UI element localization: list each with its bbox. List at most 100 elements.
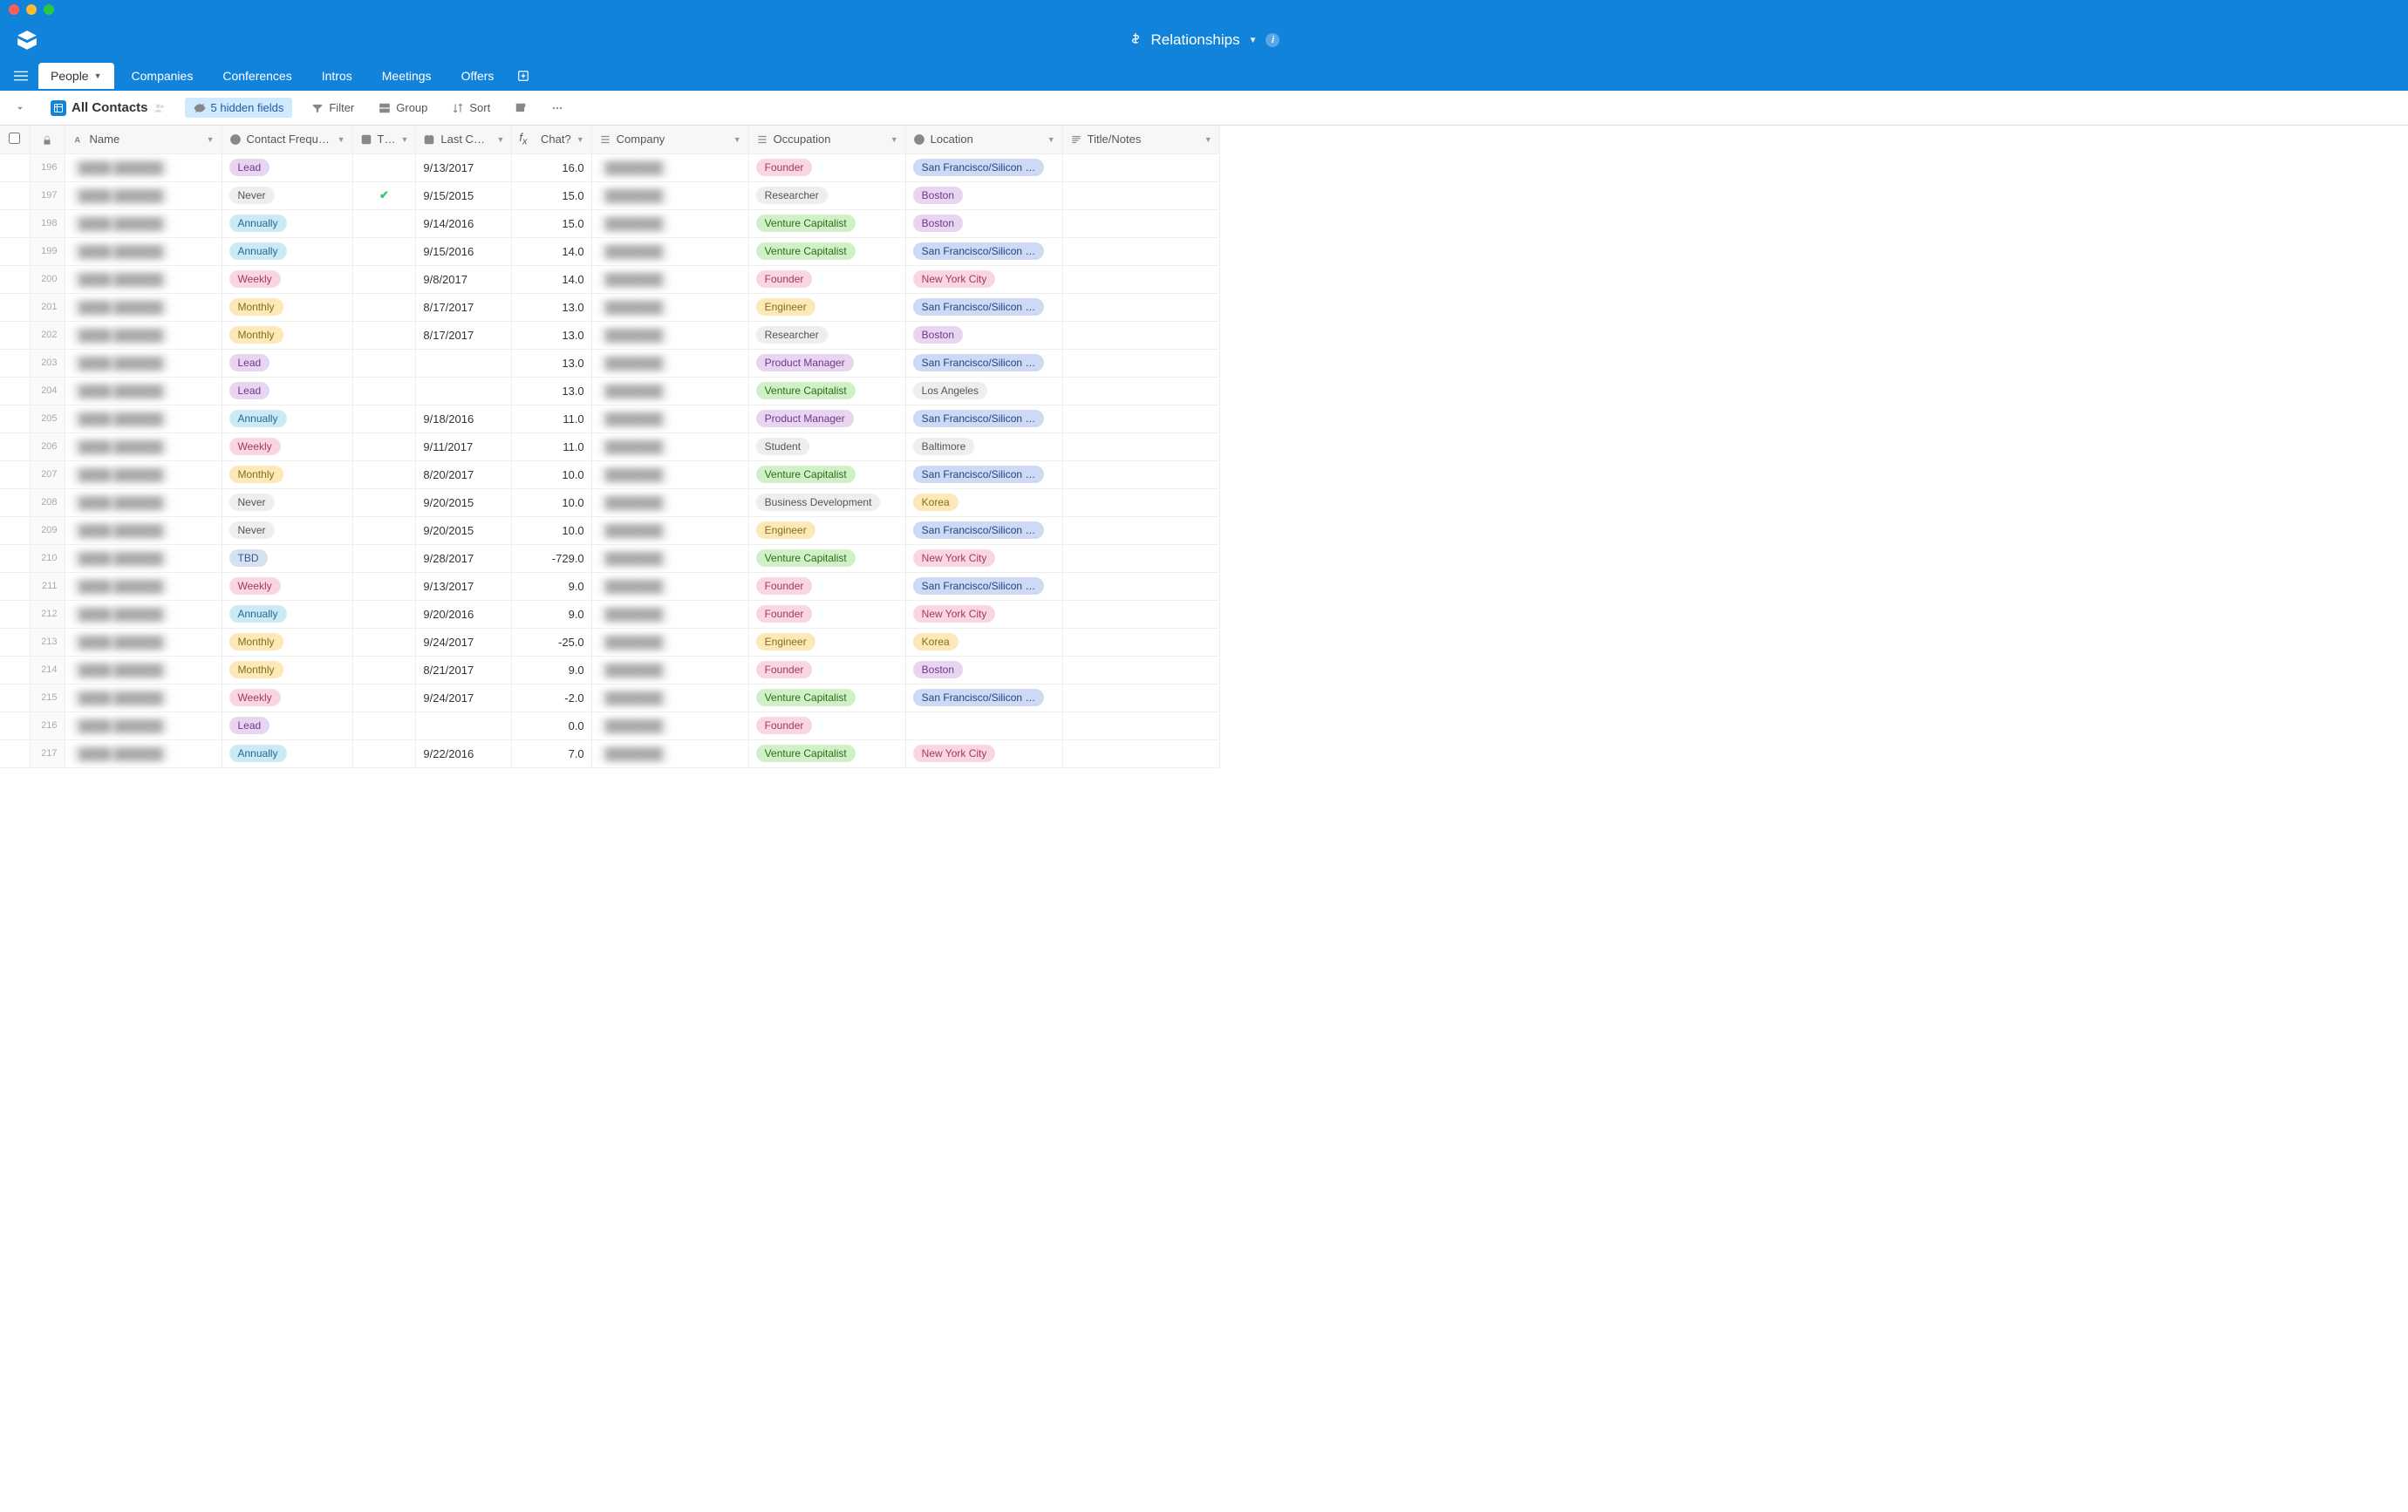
row-select-cell[interactable] — [0, 377, 30, 405]
cell-last-contact[interactable]: 9/8/2017 — [416, 265, 512, 293]
cell-location[interactable]: San Francisco/Silicon … — [905, 153, 1062, 181]
cell-chat[interactable]: 9.0 — [512, 656, 591, 684]
cell-company[interactable]: ███████ — [591, 460, 748, 488]
row-select-cell[interactable] — [0, 237, 30, 265]
record-row[interactable]: 216████ ██████Lead0.0███████Founder — [0, 712, 1219, 739]
cell-title-notes[interactable] — [1062, 684, 1219, 712]
cell-title-notes[interactable] — [1062, 153, 1219, 181]
row-select-cell[interactable] — [0, 739, 30, 767]
cell-location[interactable]: Korea — [905, 488, 1062, 516]
cell-occupation[interactable]: Founder — [748, 656, 905, 684]
row-select-cell[interactable] — [0, 488, 30, 516]
cell-chat[interactable]: 9.0 — [512, 600, 591, 628]
cell-company[interactable]: ███████ — [591, 265, 748, 293]
cell-contact-frequency[interactable]: Never — [222, 516, 352, 544]
cell-title-notes[interactable] — [1062, 237, 1219, 265]
cell-title-notes[interactable] — [1062, 600, 1219, 628]
cell-last-contact[interactable]: 9/15/2015 — [416, 181, 512, 209]
row-select-cell[interactable] — [0, 600, 30, 628]
cell-contact-frequency[interactable]: TBD — [222, 544, 352, 572]
cell-occupation[interactable]: Business Development — [748, 488, 905, 516]
record-row[interactable]: 199████ ██████Annually9/15/201614.0█████… — [0, 237, 1219, 265]
row-select-cell[interactable] — [0, 349, 30, 377]
column-header-last-contact[interactable]: Last C…▼ — [416, 126, 512, 153]
cell-name[interactable]: ████ ██████ — [65, 488, 222, 516]
cell-name[interactable]: ████ ██████ — [65, 293, 222, 321]
cell-title-notes[interactable] — [1062, 488, 1219, 516]
cell-checkbox[interactable] — [352, 516, 416, 544]
cell-title-notes[interactable] — [1062, 181, 1219, 209]
cell-name[interactable]: ████ ██████ — [65, 516, 222, 544]
row-select-cell[interactable] — [0, 265, 30, 293]
cell-occupation[interactable]: Researcher — [748, 181, 905, 209]
table-tab[interactable]: Conferences — [210, 63, 304, 89]
cell-last-contact[interactable]: 8/20/2017 — [416, 460, 512, 488]
cell-company[interactable]: ███████ — [591, 209, 748, 237]
record-row[interactable]: 203████ ██████Lead13.0███████Product Man… — [0, 349, 1219, 377]
cell-last-contact[interactable]: 8/17/2017 — [416, 321, 512, 349]
add-table-button[interactable] — [511, 64, 535, 88]
column-header-company[interactable]: Company▼ — [591, 126, 748, 153]
cell-name[interactable]: ████ ██████ — [65, 265, 222, 293]
view-switcher[interactable]: All Contacts — [45, 97, 171, 119]
cell-contact-frequency[interactable]: Weekly — [222, 684, 352, 712]
column-header-name[interactable]: AName▼ — [65, 126, 222, 153]
table-tab[interactable]: People▼ — [38, 63, 114, 89]
table-tab[interactable]: Intros — [310, 63, 365, 89]
record-row[interactable]: 217████ ██████Annually9/22/20167.0██████… — [0, 739, 1219, 767]
cell-contact-frequency[interactable]: Never — [222, 181, 352, 209]
record-row[interactable]: 198████ ██████Annually9/14/201615.0█████… — [0, 209, 1219, 237]
cell-title-notes[interactable] — [1062, 516, 1219, 544]
cell-location[interactable]: Boston — [905, 181, 1062, 209]
cell-chat[interactable]: -25.0 — [512, 628, 591, 656]
cell-company[interactable]: ███████ — [591, 405, 748, 432]
cell-last-contact[interactable]: 9/20/2015 — [416, 488, 512, 516]
cell-occupation[interactable]: Engineer — [748, 628, 905, 656]
cell-contact-frequency[interactable]: Lead — [222, 153, 352, 181]
cell-company[interactable]: ███████ — [591, 544, 748, 572]
hidden-fields-button[interactable]: 5 hidden fields — [185, 98, 293, 118]
table-tab[interactable]: Companies — [119, 63, 206, 89]
cell-occupation[interactable]: Venture Capitalist — [748, 684, 905, 712]
cell-contact-frequency[interactable]: Annually — [222, 237, 352, 265]
cell-chat[interactable]: 11.0 — [512, 405, 591, 432]
cell-contact-frequency[interactable]: Weekly — [222, 572, 352, 600]
cell-chat[interactable]: 13.0 — [512, 293, 591, 321]
record-row[interactable]: 214████ ██████Monthly8/21/20179.0███████… — [0, 656, 1219, 684]
cell-name[interactable]: ████ ██████ — [65, 460, 222, 488]
sort-button[interactable]: Sort — [447, 98, 495, 118]
cell-company[interactable]: ███████ — [591, 349, 748, 377]
cell-contact-frequency[interactable]: Lead — [222, 349, 352, 377]
cell-contact-frequency[interactable]: Monthly — [222, 460, 352, 488]
cell-checkbox[interactable] — [352, 712, 416, 739]
cell-location[interactable]: Boston — [905, 321, 1062, 349]
cell-last-contact[interactable]: 9/24/2017 — [416, 684, 512, 712]
cell-location[interactable]: New York City — [905, 600, 1062, 628]
window-zoom-button[interactable] — [44, 4, 54, 15]
cell-company[interactable]: ███████ — [591, 293, 748, 321]
cell-occupation[interactable]: Venture Capitalist — [748, 739, 905, 767]
cell-company[interactable]: ███████ — [591, 377, 748, 405]
table-tab[interactable]: Meetings — [370, 63, 444, 89]
cell-checkbox[interactable] — [352, 460, 416, 488]
row-select-cell[interactable] — [0, 293, 30, 321]
row-select-cell[interactable] — [0, 460, 30, 488]
row-select-cell[interactable] — [0, 684, 30, 712]
cell-name[interactable]: ████ ██████ — [65, 153, 222, 181]
cell-title-notes[interactable] — [1062, 405, 1219, 432]
cell-occupation[interactable]: Product Manager — [748, 349, 905, 377]
window-minimize-button[interactable] — [26, 4, 37, 15]
grid-scroll-area[interactable]: AName▼ Contact Frequ…▼ T…▼ Last C…▼ fx C… — [0, 126, 2408, 1512]
cell-checkbox[interactable]: ✔ — [352, 181, 416, 209]
cell-chat[interactable]: -729.0 — [512, 544, 591, 572]
cell-company[interactable]: ███████ — [591, 656, 748, 684]
cell-last-contact[interactable] — [416, 349, 512, 377]
record-row[interactable]: 197████ ██████Never✔9/15/201515.0███████… — [0, 181, 1219, 209]
cell-contact-frequency[interactable]: Monthly — [222, 628, 352, 656]
base-title-switcher[interactable]: Relationships ▼ i — [1129, 31, 1280, 50]
cell-occupation[interactable]: Student — [748, 432, 905, 460]
cell-last-contact[interactable]: 9/20/2016 — [416, 600, 512, 628]
cell-contact-frequency[interactable]: Lead — [222, 377, 352, 405]
cell-checkbox[interactable] — [352, 488, 416, 516]
cell-checkbox[interactable] — [352, 349, 416, 377]
